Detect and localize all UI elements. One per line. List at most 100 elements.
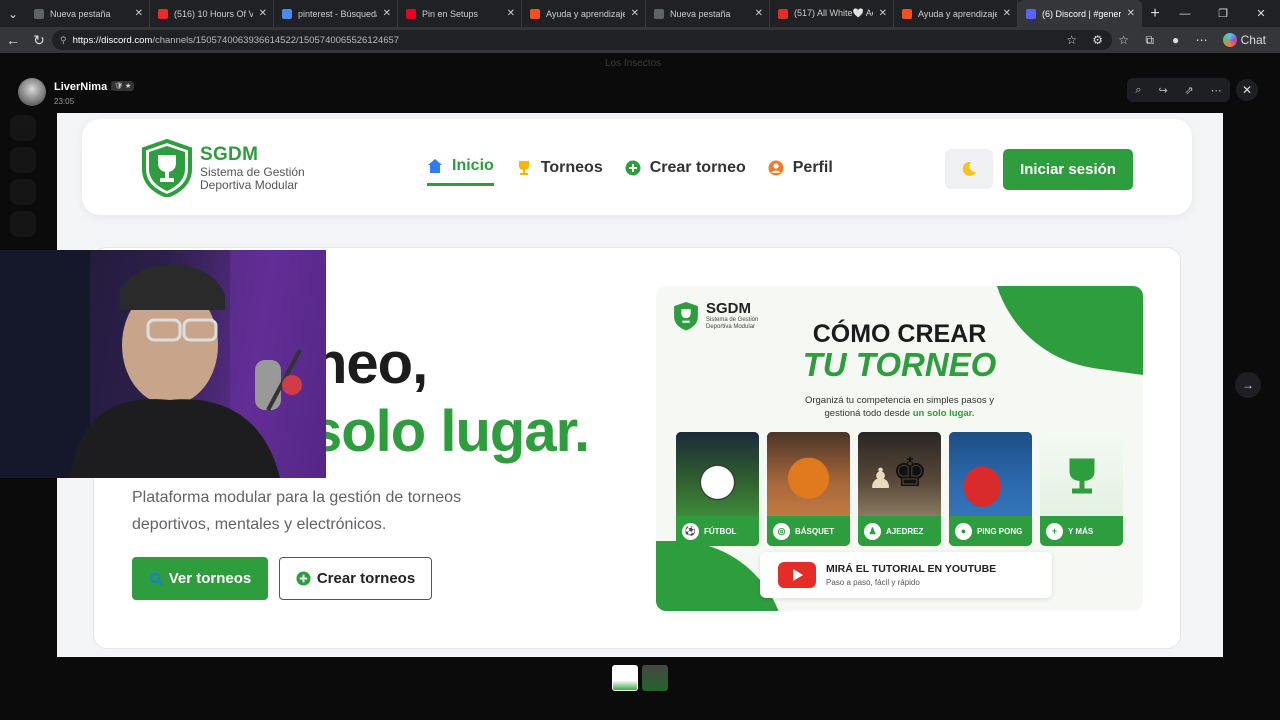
tab-strip: Nueva pestaña ✕ (516) 10 Hours Of V ✕ pinter… bbox=[26, 0, 1142, 27]
theme-toggle-button[interactable] bbox=[945, 149, 993, 189]
sport-label: BÁSQUET bbox=[795, 526, 835, 536]
tab-favicon-icon bbox=[282, 8, 292, 19]
nav-crear-torneo[interactable]: Crear torneo bbox=[625, 157, 746, 186]
user-circle-icon bbox=[768, 160, 784, 175]
more-options-icon[interactable]: ⋯ bbox=[1211, 84, 1222, 97]
post-time: 23:05 bbox=[54, 97, 75, 106]
ver-torneos-button[interactable]: Ver torneos bbox=[132, 557, 268, 600]
webcam-overlay bbox=[0, 250, 326, 478]
browser-tab[interactable]: (517) All White🤍 Aesthe ✕ bbox=[770, 0, 894, 27]
sport-card-ajedrez[interactable]: ♚ ♟ ♟ AJEDREZ bbox=[858, 432, 941, 546]
toolbar-icons: ☆ ⚙ ☆ ⧉ ● ⋯ Chat bbox=[1061, 27, 1280, 53]
extensions-icon[interactable]: ⚙ bbox=[1087, 33, 1109, 47]
close-window-button[interactable]: ✕ bbox=[1242, 0, 1280, 27]
more-menu-icon[interactable]: ⋯ bbox=[1191, 33, 1213, 47]
sport-card-futbol[interactable]: ⚽ FÚTBOL bbox=[676, 432, 759, 546]
browser-tab[interactable]: Nueva pestaña ✕ bbox=[26, 0, 150, 27]
tab-title: Nueva pestaña bbox=[50, 8, 111, 19]
copilot-chat-button[interactable]: Chat bbox=[1217, 33, 1272, 47]
url-field[interactable]: ⚲ https://discord.com/channels/150574006… bbox=[52, 30, 1112, 50]
image-thumbnails bbox=[612, 665, 668, 691]
tab-close-icon[interactable]: ✕ bbox=[879, 8, 887, 19]
sport-card-basquet[interactable]: ◎ BÁSQUET bbox=[767, 432, 850, 546]
back-button[interactable]: ← bbox=[0, 27, 26, 53]
tab-title: (6) Discord | #general | bbox=[1042, 8, 1121, 19]
promo-title-line2: TU TORNEO bbox=[802, 346, 997, 383]
tab-title: pinterest - Búsqueda bbox=[298, 8, 377, 19]
sport-label: AJEDREZ bbox=[886, 526, 924, 536]
basketball-image bbox=[767, 432, 850, 516]
tab-title: (517) All White🤍 Aesthe bbox=[794, 8, 873, 18]
tab-close-icon[interactable]: ✕ bbox=[631, 8, 639, 19]
tab-favicon-icon bbox=[1026, 8, 1036, 19]
browser-tab[interactable]: (6) Discord | #general | ✕ bbox=[1018, 0, 1142, 27]
youtube-tutorial-link[interactable]: MIRÁ EL TUTORIAL EN YOUTUBE Paso a paso,… bbox=[760, 552, 1052, 598]
tab-close-icon[interactable]: ✕ bbox=[1127, 8, 1135, 19]
tab-close-icon[interactable]: ✕ bbox=[383, 8, 391, 19]
browser-tab[interactable]: pinterest - Búsqueda ✕ bbox=[274, 0, 398, 27]
favorite-star-icon[interactable]: ☆ bbox=[1061, 33, 1083, 47]
tab-search-button[interactable]: ⌄ bbox=[0, 0, 26, 27]
nav-torneos[interactable]: Torneos bbox=[516, 157, 603, 186]
nav-label: Perfil bbox=[792, 158, 833, 176]
split-screen-icon[interactable]: ⧉ bbox=[1139, 33, 1161, 48]
promo-brand-name: SGDM bbox=[706, 300, 751, 317]
basketball-icon: ◎ bbox=[773, 522, 790, 540]
crear-torneos-button[interactable]: Crear torneos bbox=[279, 557, 432, 600]
promo-subtitle-line1: Organizá tu competencia en simples pasos… bbox=[804, 395, 995, 406]
hero-description: Plataforma modular para la gestión de to… bbox=[132, 489, 462, 533]
home-icon bbox=[428, 159, 442, 173]
browser-tab[interactable]: Ayuda y aprendizaje de ✕ bbox=[894, 0, 1018, 27]
thumbnail-1[interactable] bbox=[612, 665, 638, 691]
sport-card-ping-pong[interactable]: ● PING PONG bbox=[949, 432, 1032, 546]
nav-inicio[interactable]: Inicio bbox=[427, 157, 494, 186]
collections-icon[interactable]: ☆ bbox=[1113, 33, 1135, 47]
minimize-button[interactable]: — bbox=[1166, 0, 1204, 27]
user-badge: 🛡 ★ bbox=[111, 80, 135, 91]
reload-button[interactable]: ↻ bbox=[26, 27, 52, 53]
ping-pong-image bbox=[949, 432, 1032, 516]
browser-tab[interactable]: Nueva pestaña ✕ bbox=[646, 0, 770, 27]
username[interactable]: LiverNima bbox=[54, 81, 107, 93]
promo-subtitle-highlight: un solo lugar. bbox=[912, 408, 975, 419]
tab-close-icon[interactable]: ✕ bbox=[259, 8, 267, 19]
tab-close-icon[interactable]: ✕ bbox=[507, 8, 515, 19]
soccer-ball-image bbox=[676, 432, 759, 516]
promo-title-line1: CÓMO CREAR bbox=[812, 320, 987, 348]
browser-tab[interactable]: (516) 10 Hours Of V ✕ bbox=[150, 0, 274, 27]
site-info-icon[interactable]: ⚲ bbox=[60, 35, 67, 46]
forward-icon[interactable]: ↪ bbox=[1158, 84, 1167, 97]
browser-tab[interactable]: Pin en Setups ✕ bbox=[398, 0, 522, 27]
sport-label: Y MÁS bbox=[1068, 526, 1094, 536]
tab-close-icon[interactable]: ✕ bbox=[135, 8, 143, 19]
thumbnail-2[interactable] bbox=[642, 665, 668, 691]
site-brand[interactable]: SGDM Sistema de Gestión Deportiva Modula… bbox=[140, 139, 305, 197]
maximize-button[interactable]: ❐ bbox=[1204, 0, 1242, 27]
tab-title: Ayuda y aprendizaje de bbox=[546, 8, 625, 19]
sports-grid: ⚽ FÚTBOL ◎ BÁSQUET ♚ ♟ ♟ AJEDREZ ● PING … bbox=[676, 432, 1123, 546]
copilot-icon bbox=[1222, 33, 1237, 47]
moon-icon bbox=[962, 161, 976, 176]
tab-close-icon[interactable]: ✕ bbox=[1003, 8, 1011, 19]
login-button[interactable]: Iniciar sesión bbox=[1003, 149, 1133, 190]
nav-label: Crear torneo bbox=[649, 158, 746, 176]
youtube-title: MIRÁ EL TUTORIAL EN YOUTUBE bbox=[826, 563, 997, 575]
sport-card-y-mas[interactable]: + Y MÁS bbox=[1040, 432, 1123, 546]
tab-close-icon[interactable]: ✕ bbox=[755, 8, 763, 19]
open-external-icon[interactable]: ⇗ bbox=[1185, 84, 1194, 97]
tutorial-promo-card[interactable]: SGDM Sistema de Gestión Deportiva Modula… bbox=[656, 286, 1143, 611]
plus-icon: + bbox=[1046, 522, 1063, 540]
nav-perfil[interactable]: Perfil bbox=[768, 157, 833, 186]
tab-favicon-icon bbox=[158, 8, 168, 19]
browser-tab[interactable]: Ayuda y aprendizaje de ✕ bbox=[522, 0, 646, 27]
brand-subtitle-2: Deportiva Modular bbox=[200, 178, 299, 192]
new-tab-button[interactable]: + bbox=[1142, 0, 1168, 27]
streamer-webcam-image bbox=[0, 250, 326, 478]
zoom-icon[interactable]: ⌕ bbox=[1135, 84, 1141, 97]
next-image-button[interactable]: → bbox=[1235, 372, 1261, 398]
profile-avatar[interactable]: ● bbox=[1165, 33, 1187, 47]
avatar[interactable] bbox=[18, 77, 46, 106]
close-viewer-button[interactable]: ✕ bbox=[1236, 79, 1258, 101]
tab-favicon-icon bbox=[654, 8, 664, 19]
nav-label: Inicio bbox=[452, 157, 494, 174]
